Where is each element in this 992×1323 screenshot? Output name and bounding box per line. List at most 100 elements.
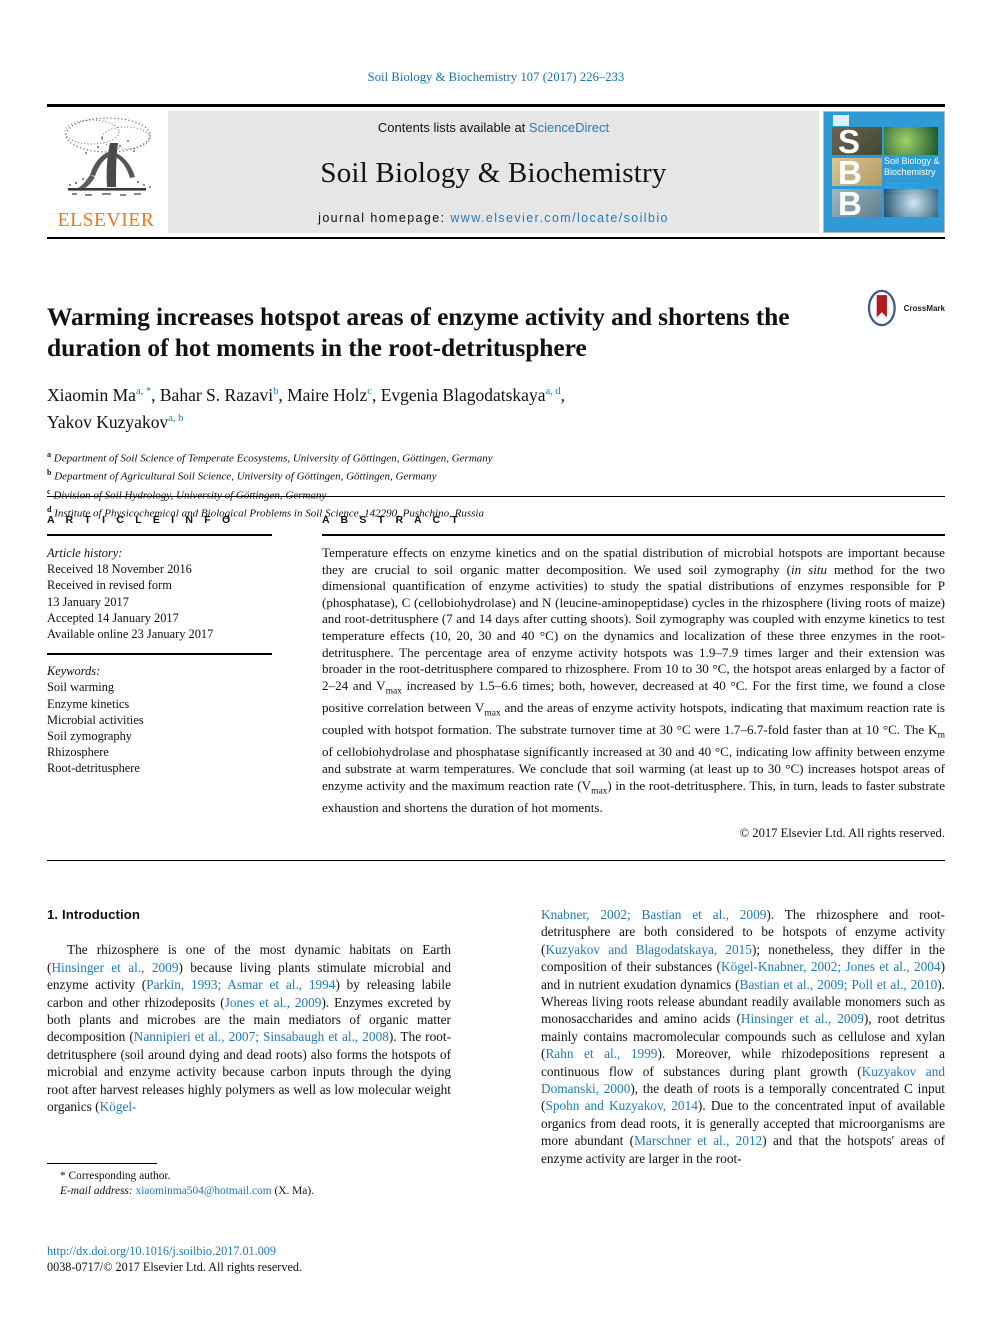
author-affiliation-marks[interactable]: a, d xyxy=(545,386,560,397)
author-affiliation-marks[interactable]: a, * xyxy=(136,386,151,397)
author-name: Xiaomin Ma xyxy=(47,384,136,405)
keywords-rule xyxy=(47,653,272,656)
contents-available-line: Contents lists available at ScienceDirec… xyxy=(378,120,609,135)
masthead-center-panel: Contents lists available at ScienceDirec… xyxy=(168,111,819,233)
citation-link[interactable]: Marschner et al., 2012 xyxy=(634,1133,762,1148)
cover-title-line2: Biochemistry xyxy=(884,167,936,177)
history-item: Received in revised form xyxy=(47,578,172,593)
intro-paragraph-right: Knabner, 2002; Bastian et al., 2009). Th… xyxy=(541,907,946,1166)
subscript: max xyxy=(484,708,501,719)
keyword-item: Rhizosphere xyxy=(47,745,109,760)
cover-metadata-text: ·········· ········ ···· ······ ····· ···… xyxy=(886,182,921,199)
keyword-item: Root-detritusphere xyxy=(47,761,140,776)
journal-cover-thumbnail: S B B Soil Biology & Biochemistry ······… xyxy=(823,111,945,233)
email-link[interactable]: xiaominma504@hotmail.com xyxy=(136,1185,272,1197)
citation-link[interactable]: Parkin, 1993; Asmar et al., 1994 xyxy=(146,977,335,992)
intro-paragraph-left: The rhizosphere is one of the most dynam… xyxy=(47,942,452,1115)
homepage-prefix: journal homepage: xyxy=(318,211,451,225)
running-head: Soil Biology & Biochemistry 107 (2017) 2… xyxy=(367,70,625,84)
abstract-rule xyxy=(322,534,945,536)
author-line-1: Xiaomin Maa, *, Bahar S. Razavib, Maire … xyxy=(47,384,566,405)
citation-link[interactable]: Hinsinger et al., 2009 xyxy=(51,960,178,975)
author-line-2: Yakov Kuzyakova, b xyxy=(47,412,183,432)
abstract-heading: A B S T R A C T xyxy=(322,514,462,526)
journal-homepage-link[interactable]: www.elsevier.com/locate/soilbio xyxy=(450,211,668,225)
issn-copyright-line: 0038-0717/© 2017 Elsevier Ltd. All right… xyxy=(47,1260,302,1274)
author-name: Maire Holz xyxy=(287,384,368,405)
author-list: Xiaomin Maa, *, Bahar S. Razavib, Maire … xyxy=(47,380,847,434)
subscript: max xyxy=(385,686,402,697)
citation-link[interactable]: Hinsinger et al., 2009 xyxy=(741,1011,864,1026)
author-name: Evgenia Blagodatskaya xyxy=(380,384,546,405)
masthead-bottom-rule xyxy=(47,237,945,239)
elsevier-tree-icon xyxy=(64,117,151,196)
citation-link[interactable]: Knabner, 2002; Bastian et al., 2009 xyxy=(541,907,766,922)
article-info-rule xyxy=(47,534,272,536)
section-heading-introduction: 1. Introduction xyxy=(47,907,141,922)
crossmark-icon xyxy=(867,289,896,327)
citation-link[interactable]: Spohn and Kuzyakov, 2014 xyxy=(545,1098,697,1113)
keyword-item: Microbial activities xyxy=(47,712,144,727)
article-history-label: Article history: xyxy=(47,546,123,560)
article-info-heading: A R T I C L E I N F O xyxy=(47,514,235,526)
history-item: Accepted 14 January 2017 xyxy=(47,610,179,625)
author-affiliation-marks[interactable]: b xyxy=(273,386,278,397)
abstract-column: A B S T R A C T Temperature effects on e… xyxy=(322,514,945,841)
email-suffix: (X. Ma). xyxy=(271,1185,314,1197)
subscript: max xyxy=(591,786,608,797)
cover-letter-b2: B xyxy=(838,185,862,222)
affiliation-mark: c xyxy=(47,486,51,496)
keywords-group: Keywords: Soil warming Enzyme kinetics M… xyxy=(47,663,272,776)
page-title: Warming increases hotspot areas of enzym… xyxy=(47,302,790,363)
citation-link[interactable]: Kögel-Knabner, 2002; Jones et al., 2004 xyxy=(721,959,941,974)
doi-link[interactable]: http://dx.doi.org/10.1016/j.soilbio.2017… xyxy=(47,1243,487,1259)
citation-link[interactable]: Bastian et al., 2009; Poll et al., 2010 xyxy=(740,977,938,992)
author-affiliation-marks[interactable]: a, b xyxy=(168,413,183,424)
doi-footer: http://dx.doi.org/10.1016/j.soilbio.2017… xyxy=(47,1243,487,1275)
affiliation-mark: a xyxy=(47,449,51,459)
cover-journal-title: Soil Biology & Biochemistry xyxy=(884,156,942,178)
citation-link[interactable]: Rahn et al., 1999 xyxy=(545,1046,657,1061)
masthead-top-rule xyxy=(47,104,945,107)
keyword-item: Enzyme kinetics xyxy=(47,696,130,711)
abstract-text: Temperature effects on enzyme kinetics a… xyxy=(322,545,946,815)
citation-link[interactable]: Kuzyakov and Domanski, 2000 xyxy=(541,1064,945,1096)
affiliation-list: a Department of Soil Science of Temperat… xyxy=(47,448,945,522)
cover-title-line1: Soil Biology & xyxy=(884,156,940,166)
body-column-left: 1. Introduction The rhizosphere is one o… xyxy=(47,906,451,1115)
citation-link[interactable]: Jones et al., 2009 xyxy=(225,995,322,1010)
affiliation-item: c Division of Soil Hydrology, University… xyxy=(47,485,945,503)
author-name: Bahar S. Razavi xyxy=(159,384,274,405)
citation-link[interactable]: Nannipieri et al., 2007; Sinsabaugh et a… xyxy=(134,1029,389,1044)
abstract-copyright: © 2017 Elsevier Ltd. All rights reserved… xyxy=(739,826,945,841)
email-label: E-mail address: xyxy=(60,1185,136,1197)
affiliation-text: Department of Agricultural Soil Science,… xyxy=(54,470,437,483)
crossmark-label: CrossMark xyxy=(903,303,945,313)
sciencedirect-link[interactable]: ScienceDirect xyxy=(529,120,609,135)
email-note: E-mail address: xiaominma504@hotmail.com… xyxy=(47,1184,451,1199)
body-column-right: Knabner, 2002; Bastian et al., 2009). Th… xyxy=(541,906,945,1167)
author-affiliation-marks[interactable]: c xyxy=(367,386,372,397)
elsevier-logo: ELSEVIER xyxy=(47,111,165,233)
rule-above-article-info xyxy=(47,496,945,497)
citation-link[interactable]: Kögel- xyxy=(100,1099,137,1114)
affiliation-item: a Department of Soil Science of Temperat… xyxy=(47,448,945,466)
title-block: CrossMark Warming increases hotspot area… xyxy=(47,284,945,522)
keyword-item: Soil warming xyxy=(47,680,115,695)
corresponding-author-footnote: * Corresponding author. E-mail address: … xyxy=(47,1163,451,1199)
crossmark-badge[interactable]: CrossMark xyxy=(863,284,945,332)
affiliation-mark: b xyxy=(47,468,52,478)
journal-homepage-line: journal homepage: www.elsevier.com/locat… xyxy=(318,211,669,225)
affiliation-item: b Department of Agricultural Soil Scienc… xyxy=(47,466,945,484)
article-history-group: Article history: Received 18 November 20… xyxy=(47,545,272,642)
contents-prefix: Contents lists available at xyxy=(377,120,529,135)
keyword-item: Soil zymography xyxy=(47,729,133,744)
history-item: Available online 23 January 2017 xyxy=(47,627,214,642)
citation-link[interactable]: Kuzyakov and Blagodatskaya, 2015 xyxy=(545,942,752,957)
article-info-column: A R T I C L E I N F O Article history: R… xyxy=(47,514,272,777)
keywords-label: Keywords: xyxy=(47,664,101,679)
history-item: Received 18 November 2016 xyxy=(47,562,192,577)
author-name: Yakov Kuzyakov xyxy=(47,411,169,432)
elsevier-wordmark: ELSEVIER xyxy=(57,210,155,231)
corresponding-author-note: * Corresponding author. xyxy=(60,1170,171,1182)
